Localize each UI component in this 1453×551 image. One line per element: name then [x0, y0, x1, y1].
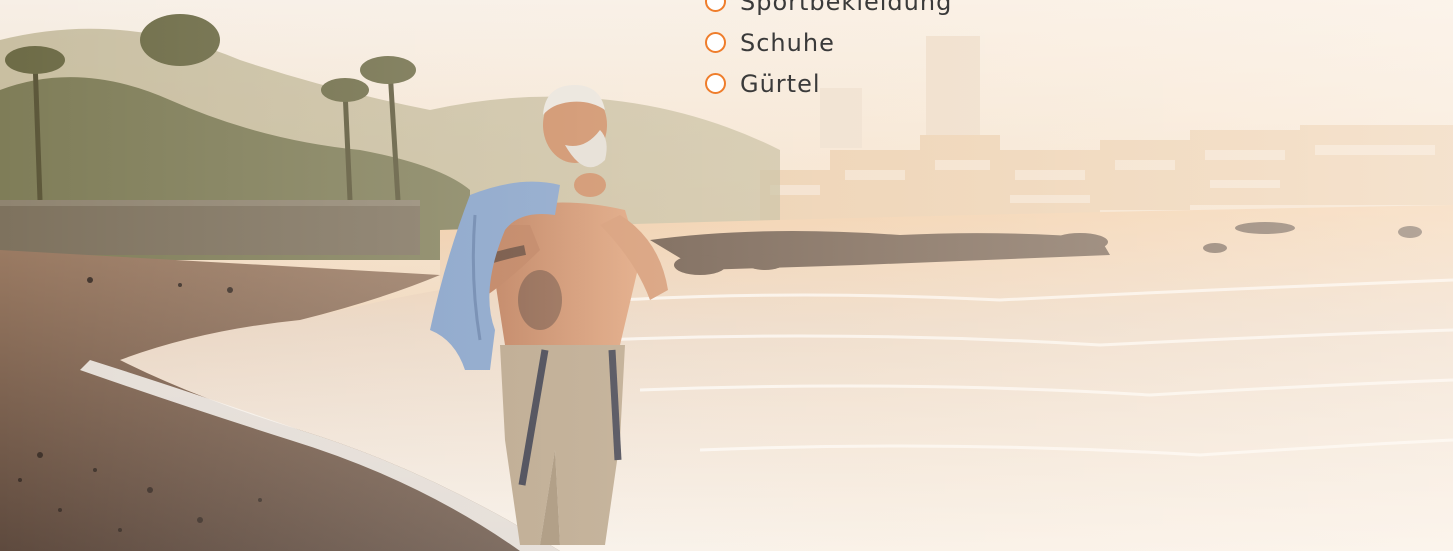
filter-option-label: Sportbekleidung: [740, 0, 953, 16]
filter-option-guertel[interactable]: Gürtel: [705, 63, 952, 104]
filter-option-schuhe[interactable]: Schuhe: [705, 22, 952, 63]
radio-unchecked-icon[interactable]: [705, 0, 726, 12]
filter-option-label: Schuhe: [740, 28, 835, 57]
radio-unchecked-icon[interactable]: [705, 73, 726, 94]
radio-unchecked-icon[interactable]: [705, 32, 726, 53]
filter-option-label: Gürtel: [740, 69, 821, 98]
filter-option-list: Sportbekleidung Schuhe Gürtel: [705, 0, 952, 104]
filter-option-sportbekleidung[interactable]: Sportbekleidung: [705, 0, 952, 22]
